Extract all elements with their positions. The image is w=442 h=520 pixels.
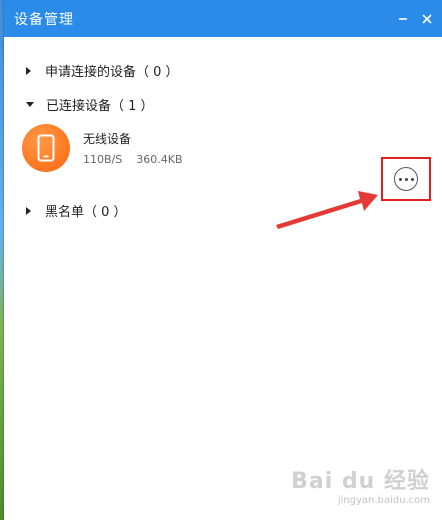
title-bar: 设备管理 [4,0,442,37]
more-dots-icon [404,177,408,181]
window-controls [394,0,436,37]
group-connected-devices[interactable]: 已连接设备 （ 1 ） [26,95,154,114]
content-area: 申请连接的设备 （ 0 ） 已连接设备 （ 1 ） 无线设备 110B/S 36… [4,37,442,520]
group-count: （ 0 ） [136,65,179,80]
collapsed-arrow-icon [26,206,31,215]
minimize-button[interactable] [394,10,412,28]
group-count: （ 1 ） [111,99,154,114]
watermark: Bai du 经验 jingyan.baidu.com [291,463,430,506]
watermark-sub: jingyan.baidu.com [337,495,430,506]
group-label: 黑名单 [45,205,85,220]
phone-icon [37,134,55,162]
collapsed-arrow-icon [26,66,31,75]
close-button[interactable] [418,10,436,28]
group-count: （ 0 ） [84,205,127,220]
more-button[interactable] [394,167,418,191]
more-button-highlight [381,157,431,201]
device-speed: 110B/S [83,153,123,166]
device-name: 无线设备 [83,132,132,146]
window-title: 设备管理 [14,11,74,28]
group-label: 申请连接的设备 [45,65,137,80]
device-stats: 110B/S 360.4KB [83,153,183,166]
watermark-text: Bai du 经验 [291,469,430,494]
device-avatar [22,124,70,172]
group-blacklist[interactable]: 黑名单 （ 0 ） [26,201,127,220]
annotation-arrow-icon [276,191,378,229]
more-dots-icon [398,177,402,181]
device-size: 360.4KB [136,153,183,166]
minimize-icon [399,17,407,20]
more-dots-icon [410,177,414,181]
group-label: 已连接设备 [46,99,112,114]
device-item[interactable]: 无线设备 110B/S 360.4KB [22,121,432,175]
group-pending-devices[interactable]: 申请连接的设备 （ 0 ） [26,61,179,80]
close-icon [422,13,432,24]
device-info: 无线设备 110B/S 360.4KB [83,130,183,166]
device-manager-window: 设备管理 申请连接的设备 （ 0 ） 已连接设备 （ 1 ） 无线设备 110B… [4,0,442,520]
expanded-arrow-icon [26,102,34,107]
